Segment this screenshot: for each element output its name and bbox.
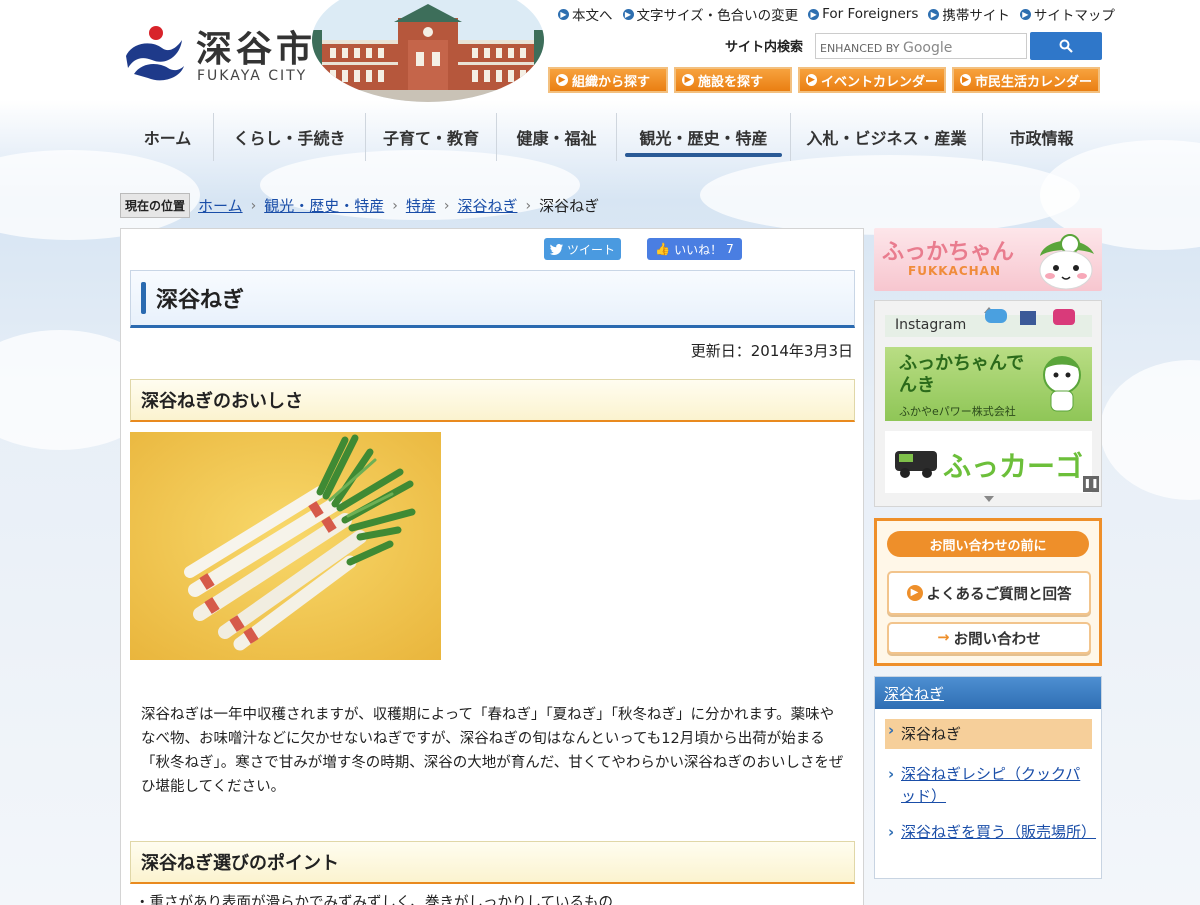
for-foreigners-link[interactable]: ▶ For Foreigners	[808, 4, 918, 24]
global-nav: ホーム くらし・手続き 子育て・教育 健康・福祉 観光・歴史・特産 入札・ビジネ…	[122, 113, 1100, 163]
arrow-right-icon: ▶	[806, 74, 817, 86]
tweet-button[interactable]: ツイート	[544, 238, 621, 260]
description-paragraph: 深谷ねぎは一年中収穫されますが、収穫期によって「春ねぎ」「夏ねぎ」「秋冬ねぎ」に…	[141, 707, 844, 795]
circle-arrow-icon: ▶	[558, 8, 569, 20]
contact-box-heading: お問い合わせの前に	[887, 531, 1089, 557]
arrow-right-icon: ▶	[906, 585, 923, 601]
city-emblem-icon	[126, 26, 184, 81]
contact-box: お問い合わせの前に ▶ よくあるご質問と回答 → お問い合わせ	[874, 518, 1102, 666]
section-nav-item-negi[interactable]: 深谷ねぎ	[885, 719, 1092, 749]
banner-slider: Instagram ふっかちゃんでんき ふかやeパワー株式会社 ふっカーゴ ❚❚	[874, 300, 1102, 507]
nav-tourism-history[interactable]: 観光・歴史・特産	[617, 113, 791, 161]
page-title: 深谷ねぎ	[156, 288, 245, 313]
section-nav: 深谷ねぎ 深谷ねぎ 深谷ねぎレシピ（クックパッド） 深谷ねぎを買う（販売場所）	[874, 676, 1102, 879]
nav-city-info[interactable]: 市政情報	[983, 113, 1100, 161]
instagram-banner[interactable]: Instagram	[885, 309, 1092, 337]
circle-arrow-icon: ▶	[1019, 8, 1031, 20]
arrow-right-icon: →	[937, 630, 950, 646]
page-title-box: 深谷ねぎ	[130, 270, 855, 328]
search-by-organization-button[interactable]: ▶ 組織から探す	[548, 67, 668, 93]
nav-home[interactable]: ホーム	[122, 113, 214, 161]
updated-date: 更新日：2014年3月3日	[690, 342, 853, 360]
breadcrumb-separator-icon: ›	[443, 197, 450, 214]
nav-living[interactable]: くらし・手続き	[214, 113, 366, 161]
fukkachan-mascot-icon	[1043, 356, 1081, 412]
breadcrumb-separator-icon: ›	[525, 197, 532, 214]
fukkachan-title: ふっかちゃん	[882, 240, 1015, 265]
nav-childcare-education[interactable]: 子育て・教育	[366, 113, 497, 161]
faq-button[interactable]: ▶ よくあるご質問と回答	[887, 571, 1091, 615]
section-nav-heading-link[interactable]: 深谷ねぎ	[875, 677, 1101, 709]
nav-health-welfare[interactable]: 健康・福祉	[497, 113, 617, 161]
fukkachan-banner[interactable]: ふっかちゃん FUKKACHAN	[874, 228, 1102, 291]
arrow-right-icon: ▶	[556, 74, 568, 86]
logo-japanese: 深谷市	[196, 29, 317, 70]
facebook-icon	[1020, 311, 1036, 325]
site-logo[interactable]: 深谷市 FUKAYA CITY	[122, 20, 322, 90]
section-heading-selection: 深谷ねぎ選びのポイント	[130, 841, 855, 884]
utility-links: ▶ 本文へ ▶ 文字サイズ・色合いの変更 ▶ For Foreigners ▶ 携帯サイ…	[558, 4, 1115, 24]
inquiry-button[interactable]: → お問い合わせ	[887, 622, 1091, 654]
car-icon	[895, 451, 937, 478]
section-nav-item-recipe[interactable]: 深谷ねぎレシピ（クックパッド）	[885, 763, 1092, 807]
arrow-right-icon: ▶	[682, 74, 694, 86]
nav-business-industry[interactable]: 入札・ビジネス・産業	[791, 113, 983, 161]
breadcrumb-link-negi[interactable]: 深谷ねぎ	[457, 195, 517, 216]
search-label: サイト内検索	[725, 40, 804, 55]
section-heading-taste: 深谷ねぎのおいしさ	[130, 379, 855, 422]
breadcrumb-tag: 現在の位置	[120, 193, 191, 218]
list-item: ・重さがあり表面が滑らかでみずみずしく、巻きがしっかりしているもの	[135, 895, 614, 905]
thumbs-up-icon: 👍	[655, 242, 671, 256]
breadcrumb-link-specialty[interactable]: 特産	[406, 195, 436, 216]
breadcrumb-link-home[interactable]: ホーム	[198, 195, 243, 216]
main-content: ツイート 👍 いいね！ 7 深谷ねぎ 更新日：2014年3月3日 深谷ねぎのおい…	[120, 228, 864, 905]
search-icon	[1059, 39, 1073, 53]
twitter-bird-icon	[549, 243, 563, 255]
breadcrumb: 現在の位置 ホーム › 観光・歴史・特産 › 特産 › 深谷ねぎ › 深谷ねぎ	[120, 193, 599, 218]
twitter-icon	[985, 309, 1007, 323]
sitemap-link[interactable]: ▶ サイトマップ	[1019, 4, 1115, 24]
citizen-calendar-button[interactable]: ▶ 市民生活カレンダー	[952, 67, 1100, 93]
arrow-right-icon: ▶	[960, 74, 971, 86]
quick-search-buttons: ▶ 組織から探す ▶ 施設を探す ▶ イベントカレンダー ▶ 市民生活カレンダー	[548, 67, 1100, 93]
section-nav-item-buy[interactable]: 深谷ねぎを買う（販売場所）	[885, 821, 1096, 843]
breadcrumb-link-tourism[interactable]: 観光・歴史・特産	[264, 195, 384, 216]
search-button[interactable]	[1030, 32, 1102, 60]
text-size-color-link[interactable]: ▶ 文字サイズ・色合いの変更	[622, 4, 798, 24]
circle-arrow-icon: ▶	[622, 8, 634, 20]
search-input[interactable]: ENHANCED BY Google	[815, 33, 1027, 59]
negi-photo	[130, 432, 441, 660]
breadcrumb-current: 深谷ねぎ	[539, 197, 600, 215]
slider-down-arrow-icon[interactable]	[984, 496, 994, 502]
slider-pause-button[interactable]: ❚❚	[1083, 476, 1099, 492]
circle-arrow-icon: ▶	[928, 8, 940, 20]
title-accent-bar	[141, 282, 146, 314]
fukkachan-english: FUKKACHAN	[908, 264, 1002, 278]
event-calendar-button[interactable]: ▶ イベントカレンダー	[798, 67, 946, 93]
fukaya-station-illustration	[312, 0, 544, 102]
breadcrumb-separator-icon: ›	[250, 197, 257, 214]
logo-english: FUKAYA CITY	[197, 68, 308, 84]
search-facility-button[interactable]: ▶ 施設を探す	[674, 67, 792, 93]
instagram-icon	[1053, 309, 1075, 325]
fukkargo-banner[interactable]: ふっカーゴ	[885, 431, 1092, 493]
breadcrumb-separator-icon: ›	[392, 197, 398, 214]
mobile-site-link[interactable]: ▶ 携帯サイト	[928, 4, 1010, 24]
skip-to-content-link[interactable]: ▶ 本文へ	[558, 4, 613, 24]
fukkachan-mascot-icon	[1039, 234, 1094, 290]
circle-arrow-icon: ▶	[808, 8, 820, 20]
like-count: 7	[726, 242, 734, 256]
facebook-like-button[interactable]: 👍 いいね！ 7	[647, 238, 742, 260]
fukkachan-denki-banner[interactable]: ふっかちゃんでんき ふかやeパワー株式会社	[885, 347, 1092, 421]
